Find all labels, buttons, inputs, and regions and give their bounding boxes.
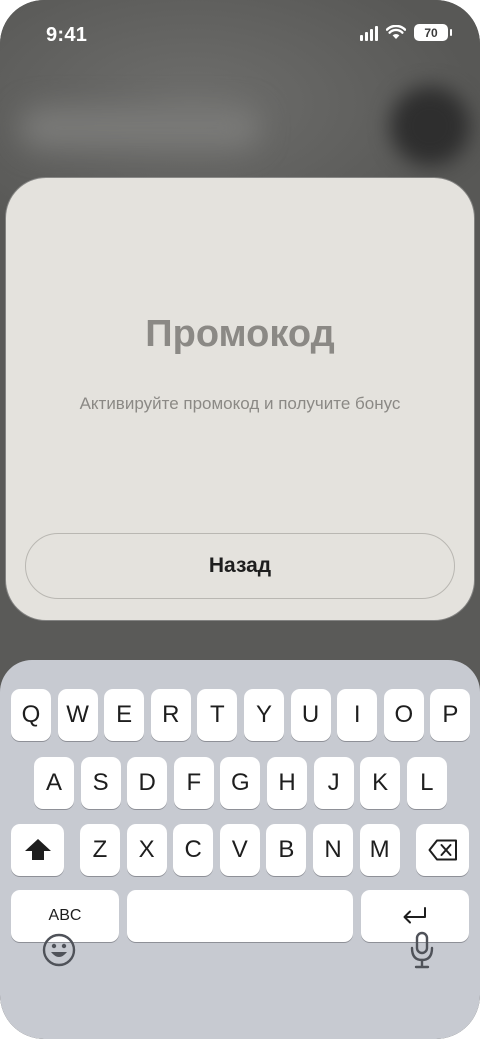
key-m[interactable]: M [359, 824, 400, 876]
backspace-icon [428, 839, 458, 861]
keyboard-row-3: ZXCVBNM [0, 824, 480, 876]
key-d[interactable]: D [127, 757, 168, 809]
key-b[interactable]: B [266, 824, 307, 876]
key-l[interactable]: L [406, 757, 447, 809]
key-p[interactable]: P [430, 689, 471, 741]
key-j[interactable]: J [313, 757, 354, 809]
phone-screen: 9:41 70 Промокод Активируйте промокод и … [0, 0, 480, 1039]
keyboard-row-1: QWERTYUIOP [0, 689, 480, 741]
key-g[interactable]: G [220, 757, 261, 809]
promo-code-sheet: Промокод Активируйте промокод и получите… [6, 178, 474, 620]
emoji-icon [42, 933, 76, 972]
back-button[interactable]: Назад [25, 533, 455, 599]
key-v[interactable]: V [219, 824, 260, 876]
status-bar: 9:41 70 [0, 0, 480, 70]
microphone-icon [409, 931, 435, 974]
key-i[interactable]: I [337, 689, 378, 741]
key-n[interactable]: N [313, 824, 353, 876]
battery-icon: 70 [414, 24, 452, 41]
key-z[interactable]: Z [80, 824, 120, 876]
shift-icon [24, 838, 52, 862]
status-icons: 70 [360, 24, 452, 41]
key-y[interactable]: Y [244, 689, 284, 741]
emoji-button[interactable] [41, 932, 77, 972]
keyboard: QWERTYUIOP ASDFGHJKL ZXCVBNM A BC [0, 660, 480, 1039]
keyboard-row-2: ASDFGHJKL [0, 757, 480, 809]
return-icon [401, 906, 429, 926]
wifi-icon [386, 25, 406, 40]
sheet-title: Промокод [145, 313, 335, 355]
key-o[interactable]: O [383, 689, 424, 741]
status-time: 9:41 [46, 24, 88, 46]
key-s[interactable]: S [80, 757, 121, 809]
backspace-key[interactable] [416, 824, 469, 876]
sheet-subtitle: Активируйте промокод и получите бонус [79, 394, 401, 413]
dictation-button[interactable] [404, 931, 440, 974]
key-c[interactable]: C [173, 824, 214, 876]
key-r[interactable]: R [150, 689, 191, 741]
signal-icon [360, 25, 378, 41]
key-f[interactable]: F [173, 757, 214, 809]
key-t[interactable]: T [197, 689, 238, 741]
key-u[interactable]: U [290, 689, 331, 741]
key-w[interactable]: W [57, 689, 98, 741]
key-e[interactable]: E [104, 689, 145, 741]
space-key[interactable] [127, 890, 353, 942]
key-k[interactable]: K [360, 757, 401, 809]
shift-key[interactable] [11, 824, 64, 876]
key-q[interactable]: Q [11, 689, 51, 741]
key-a[interactable]: A [34, 757, 74, 809]
key-h[interactable]: H [267, 757, 307, 809]
key-x[interactable]: X [126, 824, 167, 876]
